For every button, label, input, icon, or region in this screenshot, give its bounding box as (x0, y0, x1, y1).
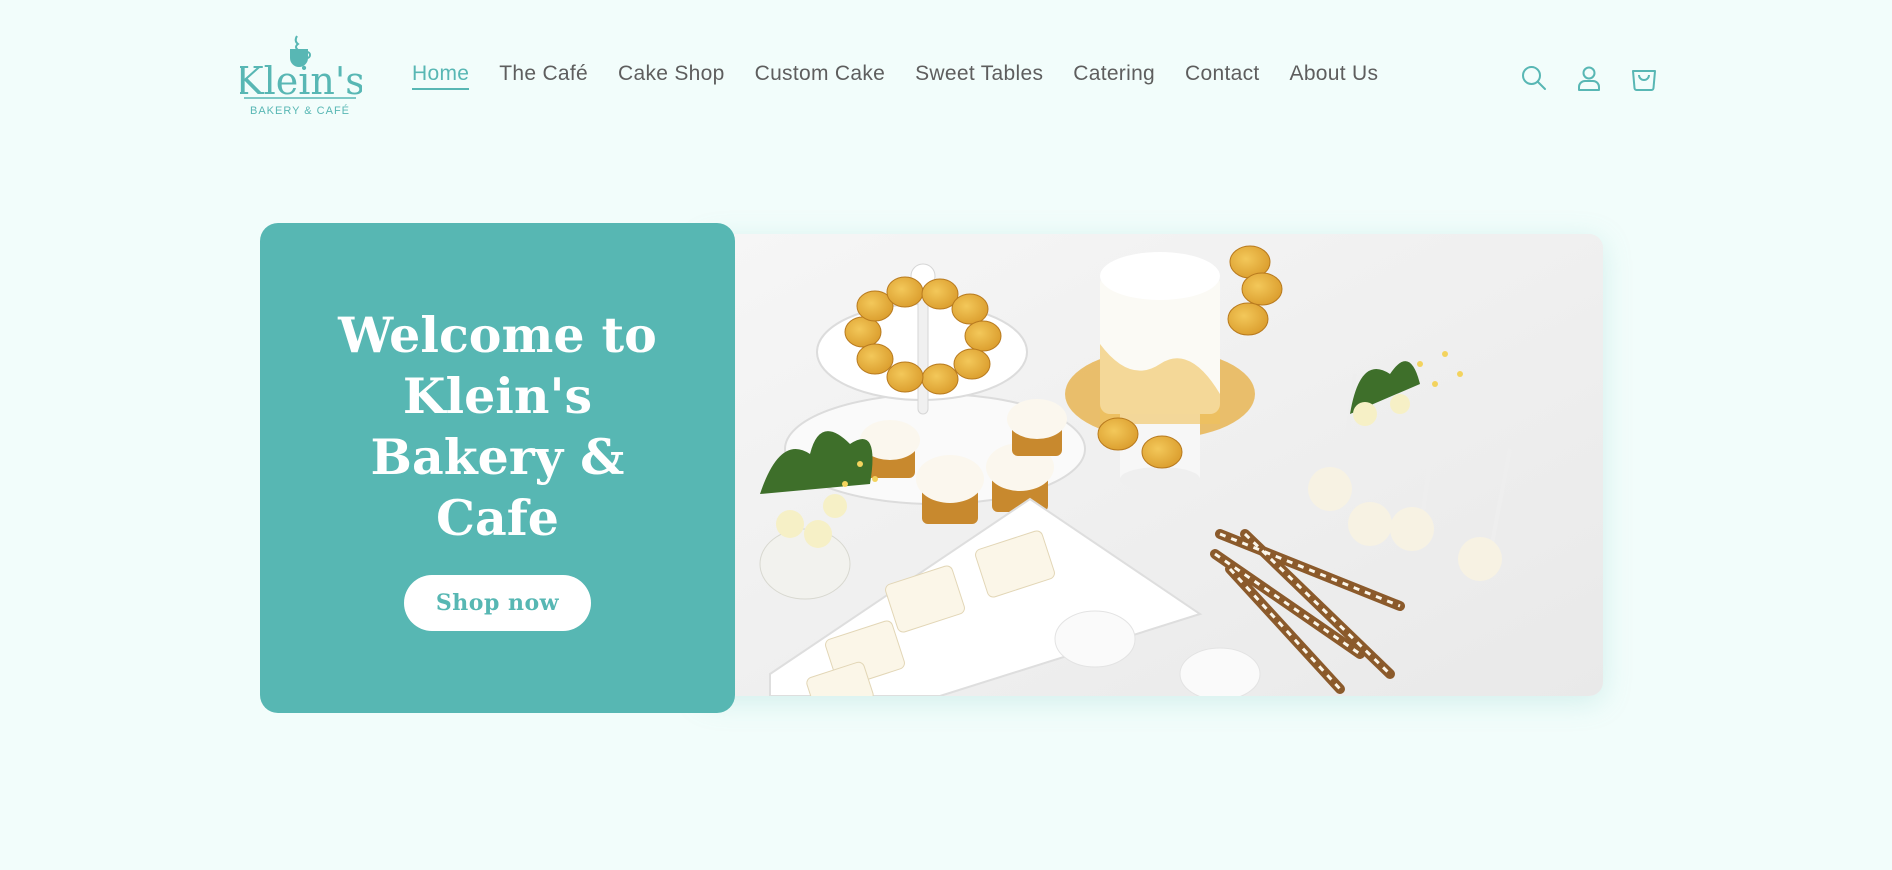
nav-about-us[interactable]: About Us (1290, 62, 1379, 90)
nav-home[interactable]: Home (412, 62, 470, 90)
nav-contact[interactable]: Contact (1185, 62, 1259, 90)
search-button[interactable] (1518, 62, 1550, 94)
site-logo[interactable]: Klein's BAKERY & CAFÉ (240, 34, 362, 120)
header-icons (1518, 62, 1660, 94)
nav-custom-cake[interactable]: Custom Cake (755, 62, 886, 90)
site-header: Klein's BAKERY & CAFÉ Home The Café Cake… (0, 0, 1892, 155)
nav-sweet-tables[interactable]: Sweet Tables (915, 62, 1043, 90)
hero-section: Welcome to Klein's Bakery & Cafe Shop no… (260, 223, 1604, 713)
logo-graphic: Klein's BAKERY & CAFÉ (240, 35, 362, 117)
nav-catering[interactable]: Catering (1073, 62, 1155, 90)
logo-tagline: BAKERY & CAFÉ (250, 104, 350, 117)
account-button[interactable] (1573, 62, 1605, 94)
hero-title: Welcome to Klein's Bakery & Cafe (338, 306, 657, 547)
hero-card: Welcome to Klein's Bakery & Cafe Shop no… (260, 223, 735, 713)
hero-image (700, 234, 1603, 696)
nav-the-cafe[interactable]: The Café (499, 62, 588, 90)
account-icon (1578, 66, 1600, 91)
cart-button[interactable] (1628, 62, 1660, 94)
shop-now-button[interactable]: Shop now (404, 575, 591, 631)
nav-cake-shop[interactable]: Cake Shop (618, 62, 725, 90)
logo-wordmark: Klein's (240, 59, 362, 103)
search-icon (1522, 66, 1546, 90)
cart-icon (1632, 70, 1656, 91)
dessert-table-photo (700, 234, 1603, 696)
